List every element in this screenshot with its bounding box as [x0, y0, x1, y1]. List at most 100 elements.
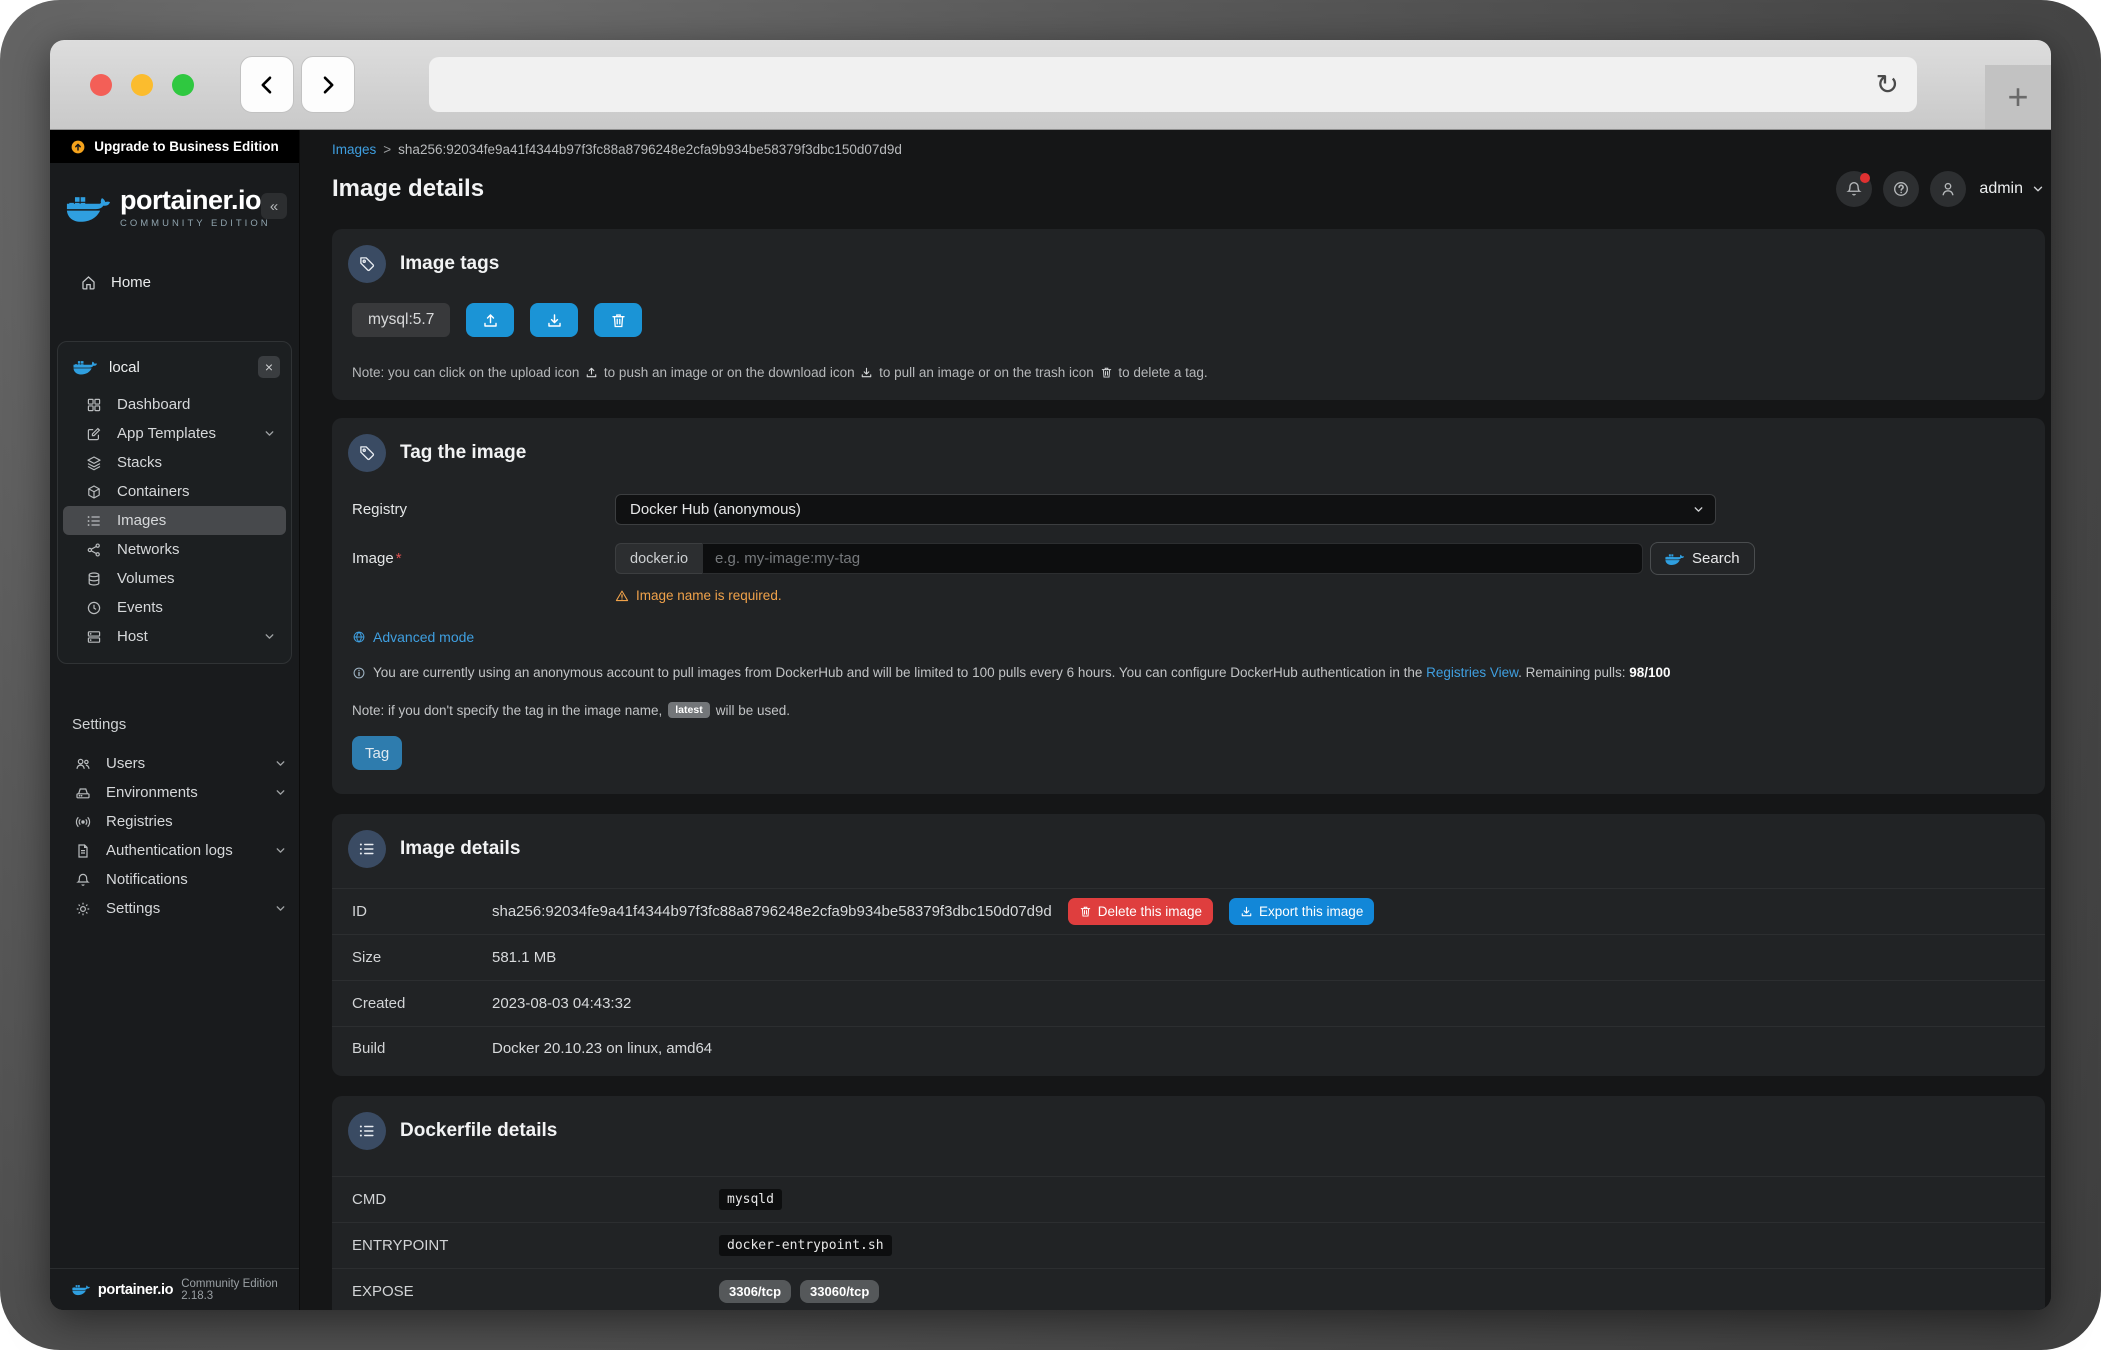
sidebar-item-home[interactable]: Home — [50, 267, 299, 297]
image-created: 2023-08-03 04:43:32 — [492, 995, 631, 1012]
table-row: ID sha256:92034fe9a41f4344b97f3fc88a8796… — [332, 888, 2045, 934]
settings-section-header: Settings — [72, 716, 299, 733]
tag-button[interactable]: Tag — [352, 736, 402, 770]
image-label: Image* — [352, 550, 615, 567]
sidebar-item-notifications[interactable]: Notifications — [52, 865, 297, 894]
chevron-down-icon — [274, 786, 287, 799]
trash-icon — [610, 312, 627, 329]
share-nodes-icon — [86, 542, 102, 558]
registry-select[interactable]: Docker Hub (anonymous) — [615, 494, 1716, 525]
upload-icon — [585, 366, 598, 379]
sidebar-item-volumes[interactable]: Volumes — [63, 564, 286, 593]
sidebar-item-events[interactable]: Events — [63, 593, 286, 622]
sidebar-item-app-templates[interactable]: App Templates — [63, 419, 286, 448]
image-build: Docker 20.10.23 on linux, amd64 — [492, 1040, 712, 1057]
sidebar-collapse-button[interactable]: « — [261, 193, 287, 219]
push-image-button[interactable] — [466, 303, 514, 337]
new-tab-button[interactable]: + — [1985, 65, 2051, 129]
sidebar-item-images[interactable]: Images — [63, 506, 286, 535]
brand-block: portainer.io COMMUNITY EDITION « — [50, 163, 299, 229]
sidebar: Upgrade to Business Edition portainer.io… — [50, 130, 300, 1310]
environment-close-button[interactable]: × — [258, 356, 280, 378]
help-button[interactable] — [1883, 171, 1919, 207]
search-button[interactable]: Search — [1650, 542, 1755, 575]
tag-image-title: Tag the image — [400, 442, 526, 464]
image-name-input[interactable] — [702, 543, 1643, 574]
sidebar-item-registries[interactable]: Registries — [52, 807, 297, 836]
dockerfile-details-title: Dockerfile details — [400, 1120, 557, 1142]
breadcrumb-images-link[interactable]: Images — [332, 142, 376, 157]
list-icon — [86, 513, 102, 529]
chevron-right-icon — [316, 73, 340, 97]
upgrade-icon — [70, 139, 86, 155]
edit-icon — [86, 426, 102, 442]
address-bar[interactable]: ↻ — [429, 57, 1917, 112]
advanced-mode-link[interactable]: Advanced mode — [352, 629, 2045, 645]
sidebar-item-users[interactable]: Users — [52, 749, 297, 778]
pull-image-button[interactable] — [530, 303, 578, 337]
browser-window: ↻ + Upgrade to Business Edition portaine… — [50, 40, 2051, 1310]
table-row: Build Docker 20.10.23 on linux, amd64 — [332, 1026, 2045, 1072]
main-content: Images>sha256:92034fe9a41f4344b97f3fc88a… — [300, 130, 2051, 1310]
remaining-pulls: 98/100 — [1629, 665, 1670, 680]
download-icon — [546, 312, 563, 329]
close-window-button[interactable] — [90, 74, 112, 96]
upgrade-label: Upgrade to Business Edition — [94, 139, 279, 154]
chevron-down-icon — [274, 844, 287, 857]
export-image-button[interactable]: Export this image — [1229, 898, 1374, 925]
portainer-logo-icon — [72, 1282, 90, 1297]
image-tags-widget: Image tags mysql:5.7 Note: you can click… — [332, 229, 2045, 400]
environment-box: local × Dashboard App Templates Stacks — [57, 341, 292, 664]
question-icon — [1892, 180, 1910, 198]
layers-icon — [86, 455, 102, 471]
info-icon — [352, 666, 366, 680]
zoom-window-button[interactable] — [172, 74, 194, 96]
list-icon — [348, 1112, 386, 1150]
chevron-down-icon — [274, 902, 287, 915]
docker-whale-icon — [73, 358, 97, 376]
home-icon — [80, 274, 97, 291]
sidebar-item-stacks[interactable]: Stacks — [63, 448, 286, 477]
sidebar-item-networks[interactable]: Networks — [63, 535, 286, 564]
entrypoint-value: docker-entrypoint.sh — [719, 1235, 892, 1256]
brand-name: portainer.io — [120, 187, 271, 214]
sidebar-item-authentication-logs[interactable]: Authentication logs — [52, 836, 297, 865]
forward-button[interactable] — [301, 56, 355, 113]
expose-port-badge: 33060/tcp — [800, 1280, 879, 1303]
upgrade-banner[interactable]: Upgrade to Business Edition — [50, 130, 299, 163]
sidebar-item-dashboard[interactable]: Dashboard — [63, 390, 286, 419]
warning-icon — [615, 589, 629, 603]
sidebar-item-containers[interactable]: Containers — [63, 477, 286, 506]
footer-edition: Community Edition 2.18.3 — [181, 1278, 299, 1302]
delete-tag-button[interactable] — [594, 303, 642, 337]
minimize-window-button[interactable] — [131, 74, 153, 96]
sidebar-item-host[interactable]: Host — [63, 622, 286, 651]
download-icon — [1240, 905, 1253, 918]
image-size: 581.1 MB — [492, 949, 556, 966]
sidebar-item-environments[interactable]: Environments — [52, 778, 297, 807]
back-button[interactable] — [240, 56, 294, 113]
tag-chip: mysql:5.7 — [352, 303, 450, 337]
server-icon — [86, 629, 102, 645]
latest-badge: latest — [668, 702, 709, 718]
delete-image-button[interactable]: Delete this image — [1068, 898, 1213, 925]
sidebar-item-settings[interactable]: Settings — [52, 894, 297, 923]
registries-view-link[interactable]: Registries View — [1426, 665, 1518, 680]
image-tags-title: Image tags — [400, 253, 499, 275]
notifications-button[interactable] — [1836, 171, 1872, 207]
users-icon — [75, 756, 91, 772]
portainer-logo-icon — [66, 191, 110, 225]
upload-icon — [482, 312, 499, 329]
breadcrumb: Images>sha256:92034fe9a41f4344b97f3fc88a… — [332, 142, 2045, 157]
registry-addon: docker.io — [615, 543, 702, 574]
cube-icon — [86, 484, 102, 500]
user-avatar[interactable] — [1930, 171, 1966, 207]
user-menu[interactable]: admin — [1979, 180, 2023, 198]
bell-icon — [75, 872, 91, 888]
reload-icon[interactable]: ↻ — [1876, 71, 1899, 99]
image-name-error: Image name is required. — [615, 588, 2045, 603]
sidebar-footer: portainer.io Community Edition 2.18.3 — [50, 1268, 299, 1310]
environment-name: local — [109, 359, 246, 376]
list-icon — [348, 830, 386, 868]
tag-icon — [348, 245, 386, 283]
